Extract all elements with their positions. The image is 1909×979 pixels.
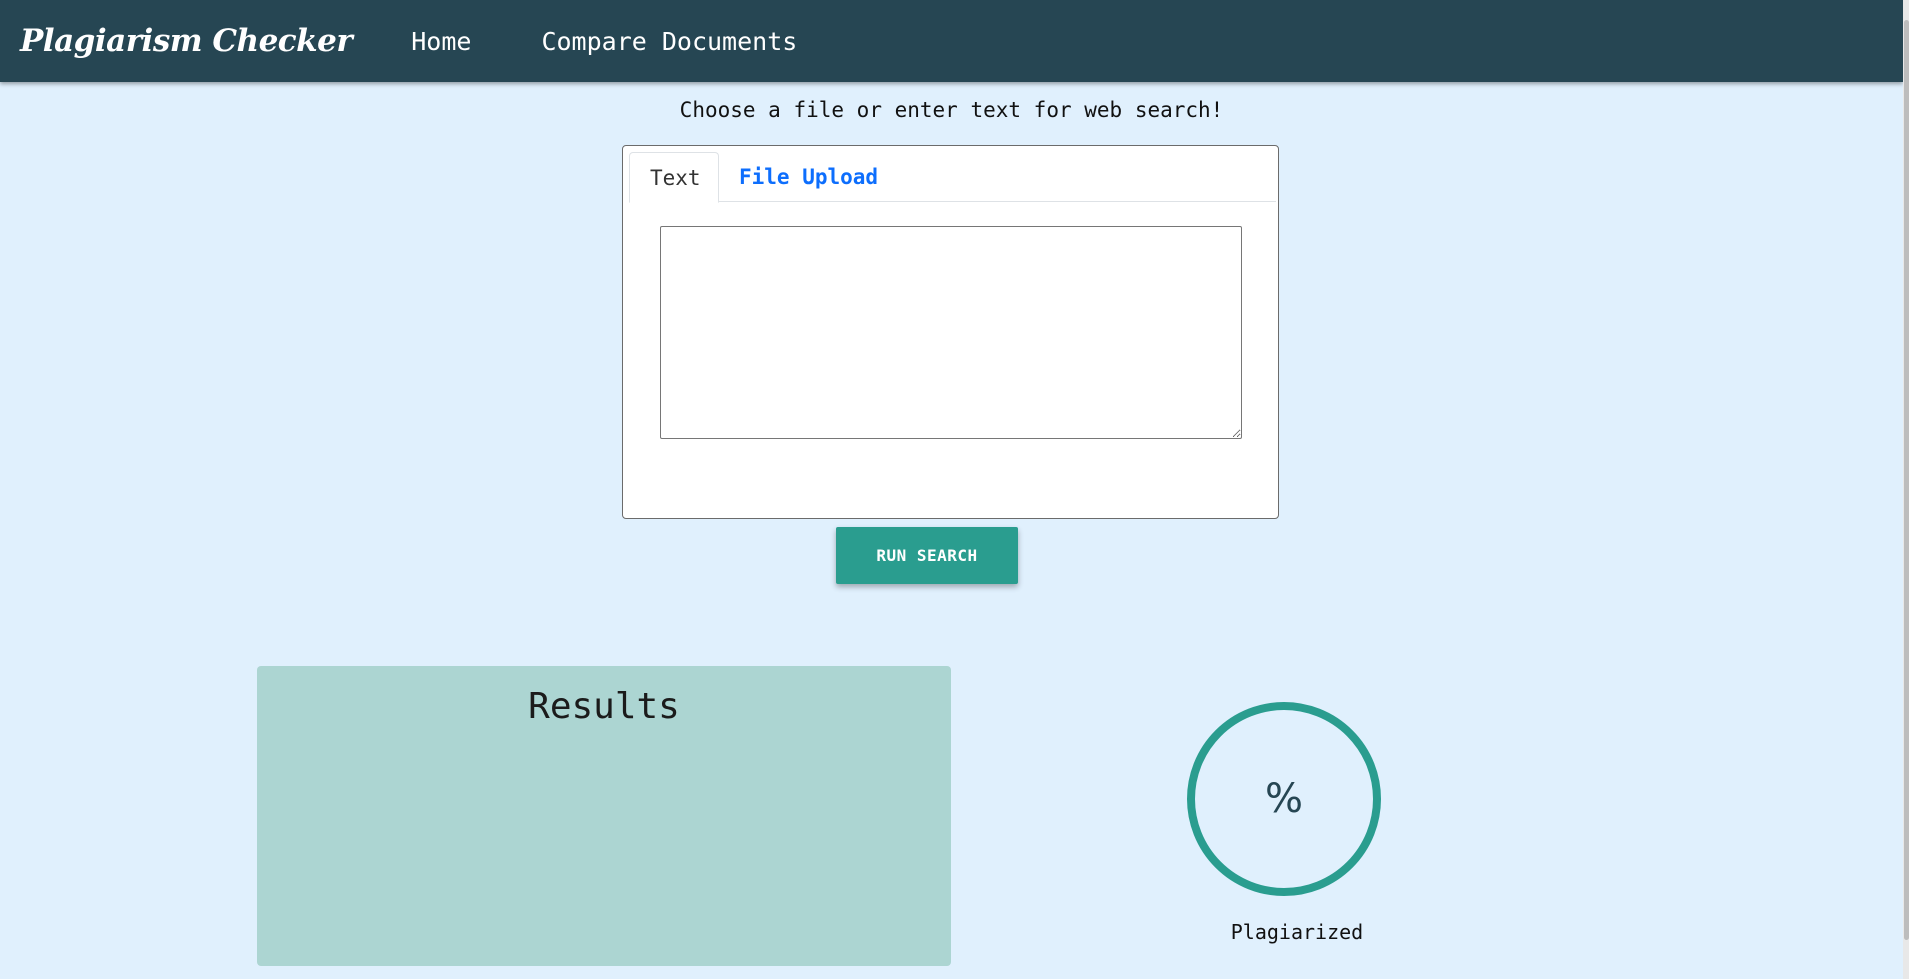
top-navbar: Plagiarism Checker Home Compare Document… (0, 0, 1903, 82)
results-panel: Results (257, 666, 951, 966)
run-search-button[interactable]: RUN SEARCH (836, 527, 1018, 584)
brand-logo[interactable]: Plagiarism Checker (20, 23, 353, 59)
plagiarism-percentage-gauge: % (1187, 702, 1381, 896)
plagiarized-label: Plagiarized (1230, 920, 1364, 944)
tab-file-upload[interactable]: File Upload (719, 152, 898, 203)
search-prompt: Choose a file or enter text for web sear… (679, 98, 1224, 122)
search-input-card: Text File Upload (622, 145, 1279, 519)
tab-text[interactable]: Text (629, 152, 719, 203)
nav-home-link[interactable]: Home (411, 27, 471, 56)
nav-compare-documents-link[interactable]: Compare Documents (541, 27, 797, 56)
input-tabs: Text File Upload (629, 152, 1276, 203)
percentage-value: % (1264, 776, 1303, 822)
search-text-input[interactable] (660, 226, 1242, 439)
scrollbar-thumb[interactable] (1904, 20, 1909, 940)
results-title: Results (528, 686, 680, 727)
